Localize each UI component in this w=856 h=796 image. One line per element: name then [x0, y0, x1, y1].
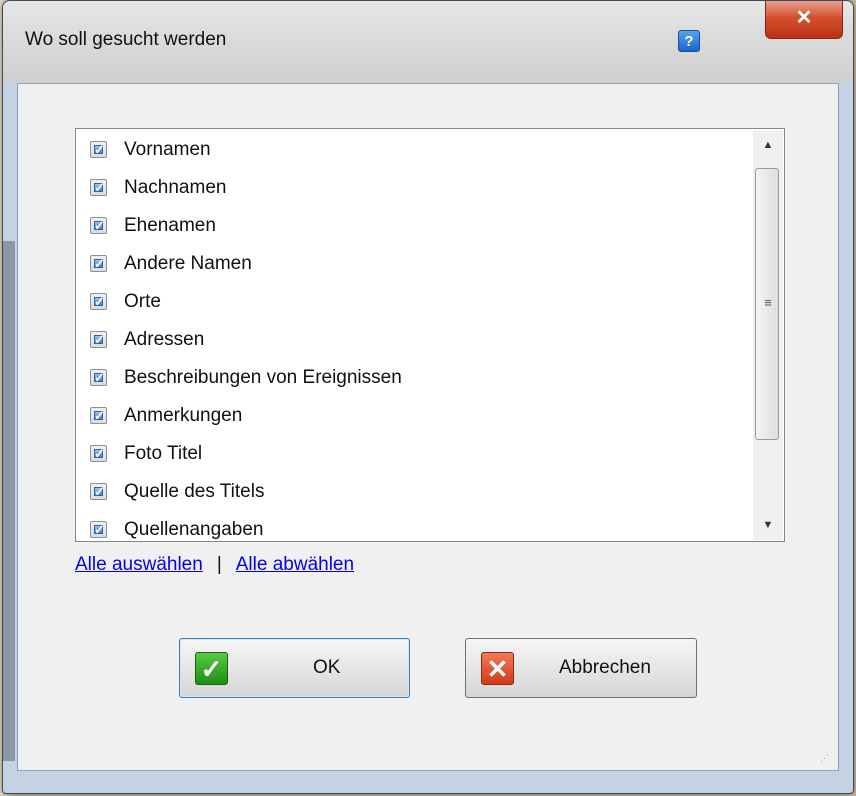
list-item[interactable]: ✓ Vornamen: [76, 131, 746, 169]
checkmark-icon: ✓: [94, 408, 105, 423]
ok-button[interactable]: ✓ OK: [179, 638, 410, 698]
list-item[interactable]: ✓ Foto Titel: [76, 435, 746, 473]
close-button[interactable]: ✕: [765, 1, 843, 39]
list-item[interactable]: ✓ Nachnamen: [76, 169, 746, 207]
list-item[interactable]: ✓ Orte: [76, 283, 746, 321]
checkmark-icon: ✓: [94, 484, 105, 499]
checkmark-icon: ✓: [94, 446, 105, 461]
list-item-label: Andere Namen: [124, 253, 252, 274]
list-item-label: Ehenamen: [124, 215, 216, 236]
list-item[interactable]: ✓ Adressen: [76, 321, 746, 359]
checkbox[interactable]: ✓: [90, 369, 107, 386]
checkmark-icon: ✓: [94, 370, 105, 385]
checkbox[interactable]: ✓: [90, 293, 107, 310]
list-item-label: Orte: [124, 291, 161, 312]
window-edge: [3, 241, 15, 761]
x-icon: ✕: [481, 652, 514, 685]
dialog-title: Wo soll gesucht werden: [25, 29, 227, 50]
list-item[interactable]: ✓ Quelle des Titels: [76, 473, 746, 511]
list-item[interactable]: ✓ Andere Namen: [76, 245, 746, 283]
cancel-button[interactable]: ✕ Abbrechen: [465, 638, 697, 698]
checkbox[interactable]: ✓: [90, 217, 107, 234]
list-item[interactable]: ✓ Ehenamen: [76, 207, 746, 245]
checkbox[interactable]: ✓: [90, 483, 107, 500]
checkbox[interactable]: ✓: [90, 255, 107, 272]
checkbox[interactable]: ✓: [90, 141, 107, 158]
checkbox[interactable]: ✓: [90, 521, 107, 538]
checkmark-icon: ✓: [94, 294, 105, 309]
search-fields-list[interactable]: ✓ Vornamen ✓ Nachnamen ✓ Ehenamen ✓ Ande…: [75, 128, 785, 542]
dialog-window: Wo soll gesucht werden ? ✕ ✓ Vornamen ✓ …: [2, 0, 854, 794]
list-item[interactable]: ✓ Quellenangaben: [76, 511, 746, 541]
scroll-up-arrow-icon[interactable]: ▲: [753, 130, 783, 160]
list-item-label: Anmerkungen: [124, 405, 243, 426]
checkmark-icon: ✓: [94, 256, 105, 271]
scroll-down-arrow-icon[interactable]: ▼: [753, 510, 783, 540]
list-item-label: Vornamen: [124, 139, 211, 160]
selection-links: Alle auswählen | Alle abwählen: [75, 554, 354, 576]
link-separator: |: [216, 554, 222, 575]
title-bar[interactable]: Wo soll gesucht werden ? ✕: [3, 1, 853, 83]
select-all-link[interactable]: Alle auswählen: [75, 554, 203, 575]
list-item-label: Foto Titel: [124, 443, 203, 464]
vertical-scrollbar[interactable]: ▲ ≡ ▼: [753, 130, 783, 540]
checkbox[interactable]: ✓: [90, 331, 107, 348]
list-item-label: Quelle des Titels: [124, 481, 265, 502]
grip-icon: ≡: [764, 295, 772, 310]
checkmark-icon: ✓: [94, 522, 105, 537]
checkmark-icon: ✓: [94, 180, 105, 195]
dialog-content: ✓ Vornamen ✓ Nachnamen ✓ Ehenamen ✓ Ande…: [17, 83, 839, 771]
resize-grip-icon[interactable]: ⋰: [820, 752, 832, 764]
cancel-button-label: Abbrechen: [559, 657, 651, 678]
list-item-label: Adressen: [124, 329, 205, 350]
list-item[interactable]: ✓ Anmerkungen: [76, 397, 746, 435]
checkmark-icon: ✓: [195, 652, 228, 685]
checkmark-icon: ✓: [94, 218, 105, 233]
list-item-label: Beschreibungen von Ereignissen: [124, 367, 402, 388]
list-item[interactable]: ✓ Beschreibungen von Ereignissen: [76, 359, 746, 397]
help-button[interactable]: ?: [678, 30, 700, 52]
list-item-label: Quellenangaben: [124, 519, 264, 540]
checkbox[interactable]: ✓: [90, 445, 107, 462]
scrollbar-thumb[interactable]: ≡: [755, 168, 779, 440]
checkmark-icon: ✓: [94, 332, 105, 347]
deselect-all-link[interactable]: Alle abwählen: [236, 554, 354, 575]
checkbox[interactable]: ✓: [90, 179, 107, 196]
checkmark-icon: ✓: [94, 142, 105, 157]
ok-button-label: OK: [313, 657, 341, 678]
checkbox[interactable]: ✓: [90, 407, 107, 424]
list-item-label: Nachnamen: [124, 177, 227, 198]
